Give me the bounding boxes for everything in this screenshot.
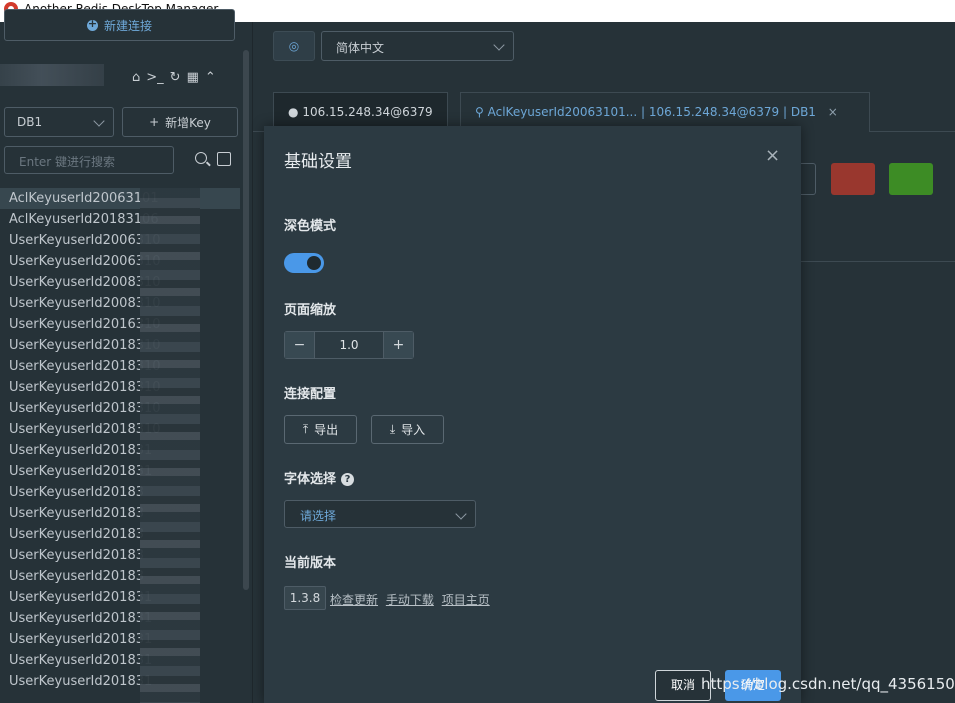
version-badge: 1.3.8 [284,586,326,610]
db-select[interactable]: DB1 [4,107,114,137]
upload-icon: ⤒ [302,422,309,436]
chevron-down-icon [93,115,105,127]
key-list-item[interactable]: UserKeyuserId2006310 [0,251,240,272]
plus-circle-icon [86,17,98,31]
download-icon: ⤓ [389,422,396,436]
connection-toolbar: ⌂ >_ ↻ ▦ ⌃ [132,70,216,85]
zoom-stepper: − 1.0 + [284,331,414,359]
watermark: https://blog.csdn.net/qq_43561507 [701,675,955,693]
question-icon[interactable]: ? [341,473,355,486]
search-icon[interactable] [195,152,207,164]
dark-mode-toggle[interactable] [284,253,324,273]
refresh-key-button[interactable] [889,163,933,195]
delete-key-button[interactable] [831,163,875,195]
refresh-icon[interactable]: ↻ [170,70,181,85]
zoom-input[interactable]: 1.0 [314,332,384,358]
key-list: AclKeyuserId20063101 AclKeyuserId20183106… [0,188,240,692]
new-connection-label: 新建连接 [103,18,152,33]
db-select-value: DB1 [17,115,43,129]
key-list-item[interactable]: UserKeyuserId20183 [0,482,240,503]
tab-label: 106.15.248.34@6379 [302,105,433,119]
search-placeholder: Enter 键进行搜索 [19,155,116,169]
font-select-label: 字体选择? [284,468,355,487]
export-button[interactable]: ⤒ 导出 [284,415,357,444]
pixelated-redaction [140,188,200,703]
chevron-up-icon[interactable]: ⌃ [205,70,216,85]
key-list-item[interactable]: UserKeyuserId201831 [0,461,240,482]
key-list-item[interactable]: UserKeyuserId201831 [0,650,240,671]
info-icon: ● [288,105,299,119]
chevron-down-icon [455,508,467,520]
key-list-item[interactable]: UserKeyuserId201831 [0,440,240,461]
key-list-item[interactable]: UserKeyuserId2018310 [0,356,240,377]
add-key-label: 新增Key [165,115,211,130]
import-button[interactable]: ⤓ 导入 [371,415,444,444]
content-divider [800,261,955,262]
key-list-item[interactable]: UserKeyuserId2018310 [0,377,240,398]
key-icon: ⚲ [475,105,484,119]
key-list-item[interactable]: UserKeyuserId2006310 [0,230,240,251]
export-label: 导出 [314,423,339,437]
key-list-item[interactable]: UserKeyuserId20183 [0,524,240,545]
key-list-item[interactable]: AclKeyuserId20183106 [0,209,240,230]
import-label: 导入 [401,423,426,437]
zoom-label: 页面缩放 [284,303,337,318]
project-home-link[interactable]: 项目主页 [442,593,490,607]
redacted-connection-name [0,64,104,86]
dialog-title: 基础设置 [284,152,352,172]
key-list-item[interactable]: UserKeyuserId2008310 [0,293,240,314]
key-list-item[interactable]: UserKeyuserId2008310 [0,272,240,293]
chevron-down-icon [493,39,505,51]
key-list-item[interactable]: UserKeyuserId2016310 [0,314,240,335]
key-list-item[interactable]: UserKeyuserId2018310 [0,419,240,440]
add-key-button[interactable]: + 新增Key [122,107,238,137]
grid-icon[interactable]: ▦ [187,70,199,85]
font-select[interactable]: 请选择 [284,500,476,528]
new-connection-button[interactable]: 新建连接 [4,9,235,41]
exact-search-checkbox[interactable] [217,152,231,166]
home-icon[interactable]: ⌂ [132,70,140,85]
key-list-item[interactable]: UserKeyuserId20183 [0,566,240,587]
key-list-scrollbar[interactable] [243,50,249,590]
close-icon[interactable]: × [828,105,838,119]
version-label: 当前版本 [284,556,337,571]
key-search-input[interactable]: Enter 键进行搜索 [4,146,174,174]
language-value: 简体中文 [336,41,385,55]
dark-mode-label: 深色模式 [284,219,337,234]
key-list-item[interactable]: UserKeyuserId20183 [0,503,240,524]
version-links: 检查更新 手动下载 项目主页 [330,591,494,608]
plus-icon: + [149,115,160,129]
zoom-decrease-button[interactable]: − [285,332,314,358]
close-icon[interactable]: × [765,145,780,166]
key-list-item[interactable]: UserKeyuserId20183 [0,545,240,566]
key-list-item[interactable]: UserKeyuserId201831 [0,629,240,650]
terminal-icon[interactable]: >_ [146,70,163,85]
manual-download-link[interactable]: 手动下载 [386,593,434,607]
font-select-placeholder: 请选择 [300,509,337,523]
tab-label: AclKeyuserId20063101... | 106.15.248.34@… [487,105,816,119]
check-update-link[interactable]: 检查更新 [330,593,378,607]
key-list-item[interactable]: UserKeyuserId201831 [0,587,240,608]
key-list-item[interactable]: AclKeyuserId20063101 [0,188,240,209]
key-list-item[interactable]: UserKeyuserId2018310 [0,335,240,356]
language-icon[interactable]: ◎ [273,31,315,61]
key-list-item[interactable]: UserKeyuserId201831 [0,671,240,692]
connection-config-label: 连接配置 [284,387,337,402]
key-list-item[interactable]: UserKeyuserId201831 [0,608,240,629]
language-select[interactable]: 简体中文 [321,31,514,61]
font-label-text: 字体选择 [284,472,337,487]
key-list-item[interactable]: UserKeyuserId2018310 [0,398,240,419]
zoom-increase-button[interactable]: + [384,332,413,358]
